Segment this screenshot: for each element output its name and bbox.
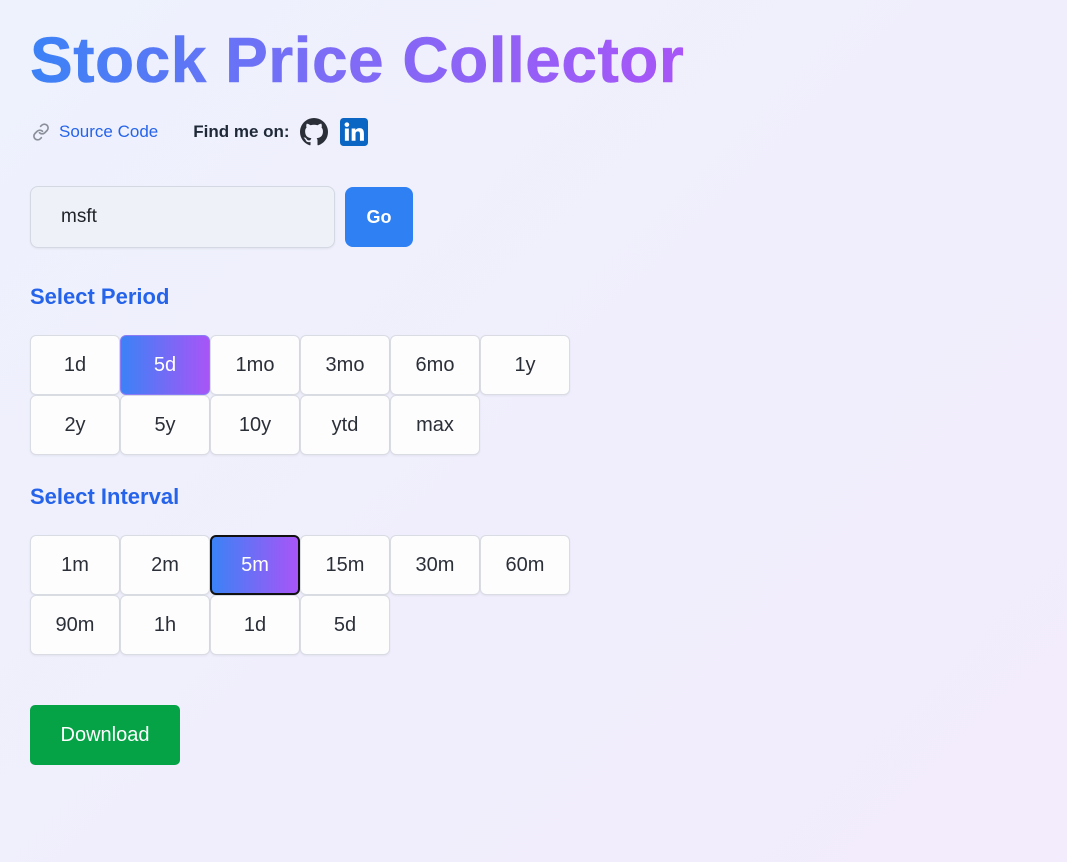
- period-option-1mo[interactable]: 1mo: [210, 335, 300, 395]
- period-option-2y[interactable]: 2y: [30, 395, 120, 455]
- interval-option-1d[interactable]: 1d: [210, 595, 300, 655]
- interval-option-90m[interactable]: 90m: [30, 595, 120, 655]
- interval-option-30m[interactable]: 30m: [390, 535, 480, 595]
- links-row: Source Code Find me on:: [32, 117, 368, 147]
- linkedin-icon[interactable]: [339, 118, 368, 146]
- period-option-1y[interactable]: 1y: [480, 335, 570, 395]
- interval-option-5d[interactable]: 5d: [300, 595, 390, 655]
- link-icon: [32, 123, 50, 141]
- page-title: Stock Price Collector: [30, 24, 685, 97]
- period-option-max[interactable]: max: [390, 395, 480, 455]
- period-option-ytd[interactable]: ytd: [300, 395, 390, 455]
- download-button[interactable]: Download: [30, 705, 180, 765]
- period-option-5y[interactable]: 5y: [120, 395, 210, 455]
- find-me-label: Find me on:: [193, 122, 290, 141]
- select-interval-label: Select Interval: [30, 484, 180, 509]
- interval-option-2m[interactable]: 2m: [120, 535, 210, 595]
- github-icon[interactable]: [299, 118, 328, 146]
- interval-option-15m[interactable]: 15m: [300, 535, 390, 595]
- period-option-1d[interactable]: 1d: [30, 335, 120, 395]
- interval-options: 1m 2m 5m 15m 30m 60m 90m 1h 1d 5d: [30, 535, 570, 655]
- period-option-3mo[interactable]: 3mo: [300, 335, 390, 395]
- interval-option-1h[interactable]: 1h: [120, 595, 210, 655]
- ticker-search-input[interactable]: [30, 186, 335, 248]
- interval-option-60m[interactable]: 60m: [480, 535, 570, 595]
- interval-option-1m[interactable]: 1m: [30, 535, 120, 595]
- period-options: 1d 5d 1mo 3mo 6mo 1y 2y 5y 10y ytd max: [30, 335, 570, 455]
- go-button[interactable]: Go: [345, 187, 413, 247]
- source-code-label: Source Code: [59, 122, 159, 141]
- interval-option-5m[interactable]: 5m: [210, 535, 300, 595]
- select-period-label: Select Period: [30, 284, 170, 309]
- period-option-6mo[interactable]: 6mo: [390, 335, 480, 395]
- period-option-10y[interactable]: 10y: [210, 395, 300, 455]
- source-code-link[interactable]: Source Code: [32, 122, 158, 142]
- period-option-5d[interactable]: 5d: [120, 335, 210, 395]
